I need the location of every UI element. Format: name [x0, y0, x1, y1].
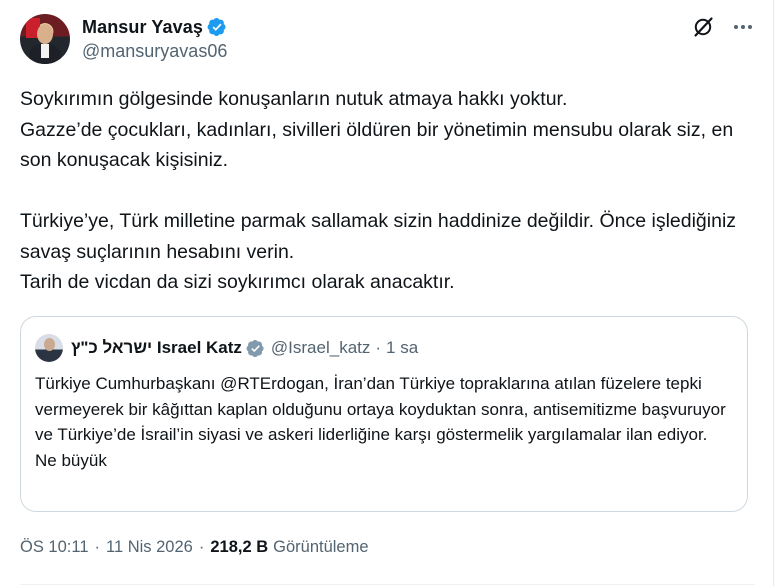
quoted-header: ישראל כ"ץ Israel Katz @Israel_katz · 1 s… — [35, 333, 418, 363]
quoted-separator: · — [375, 338, 382, 357]
tweet: Mansur Yavaş @mansuryavas06 Soykırımın g… — [0, 0, 774, 586]
quoted-author-name: ישראל כ"ץ Israel Katz — [71, 338, 242, 357]
tweet-header: Mansur Yavaş @mansuryavas06 — [20, 12, 755, 68]
quoted-author-handle: @Israel_katz — [270, 338, 371, 357]
quoted-avatar — [35, 334, 63, 362]
meta-separator: · — [94, 538, 101, 556]
avatar-face — [37, 24, 53, 44]
quoted-avatar-face — [44, 338, 55, 351]
author-handle[interactable]: @mansuryavas06 — [82, 41, 227, 62]
author-name[interactable]: Mansur Yavaş — [82, 17, 203, 38]
quoted-timestamp: 1 sa — [386, 338, 419, 357]
avatar-shirt — [41, 44, 49, 58]
tweet-actions — [691, 15, 755, 39]
author-name-row: Mansur Yavaş — [82, 15, 227, 39]
more-icon[interactable] — [731, 15, 755, 39]
tweet-time[interactable]: ÖS 10:11 — [20, 538, 89, 557]
quoted-text: Türkiye Cumhurbaşkanı @RTErdogan, İran’d… — [35, 374, 726, 470]
tweet-text: Soykırımın gölgesinde konuşanların nutuk… — [20, 88, 737, 293]
tweet-date[interactable]: 11 Nis 2026 — [106, 538, 193, 557]
views-count: 218,2 B — [210, 538, 269, 556]
avatar[interactable] — [20, 14, 70, 64]
verified-badge-icon[interactable] — [207, 17, 227, 37]
verified-badge-icon — [246, 339, 264, 357]
quoted-tweet[interactable]: ישראל כ"ץ Israel Katz @Israel_katz · 1 s… — [20, 316, 748, 512]
meta-separator: · — [198, 538, 205, 556]
divider — [20, 584, 755, 585]
tweet-meta: ÖS 10:11 · 11 Nis 2026 · 218,2 B Görüntü… — [20, 538, 369, 557]
grok-icon[interactable] — [691, 15, 715, 39]
views-label: Görüntüleme — [273, 538, 369, 556]
